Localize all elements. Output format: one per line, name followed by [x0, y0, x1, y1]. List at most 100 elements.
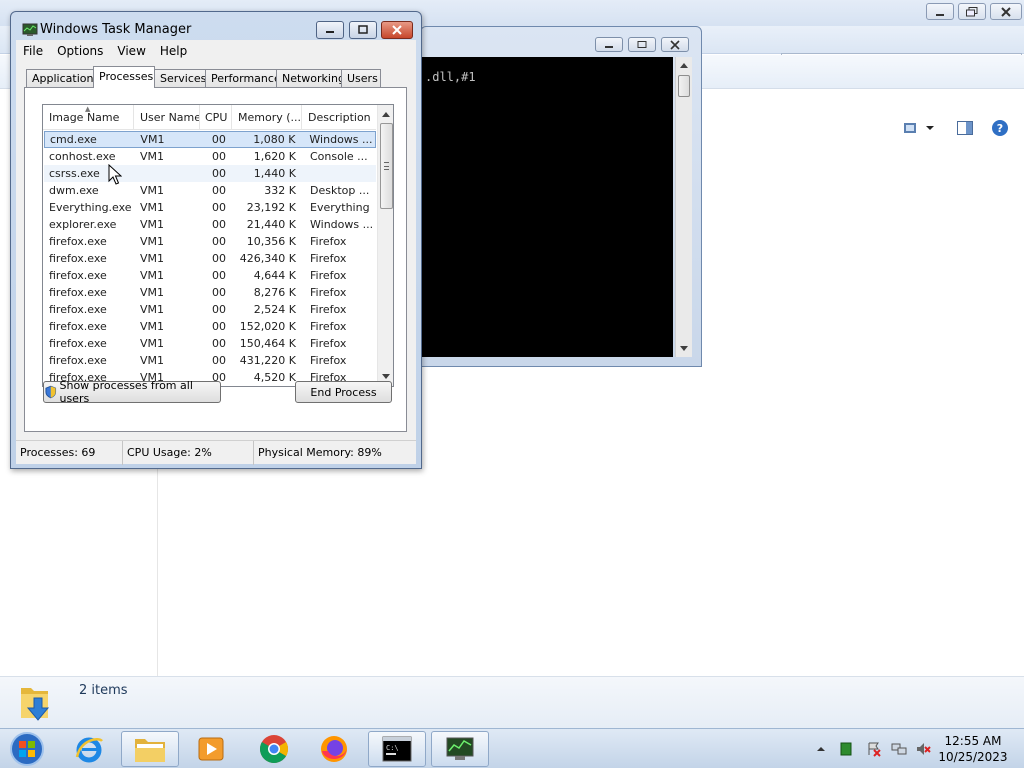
process-name-cell: conhost.exe — [49, 150, 116, 163]
process-row[interactable]: conhost.exe VM1 00 1,620 K Console ... — [44, 148, 376, 165]
process-row[interactable]: firefox.exe VM1 00 8,276 K Firefox — [44, 284, 376, 301]
process-row[interactable]: firefox.exe VM1 00 152,020 K Firefox — [44, 318, 376, 335]
preview-pane-icon[interactable] — [956, 119, 974, 137]
process-name-cell: firefox.exe — [49, 354, 107, 367]
process-user-cell: VM1 — [140, 286, 165, 299]
process-name-cell: firefox.exe — [49, 235, 107, 248]
process-row[interactable]: explorer.exe VM1 00 21,440 K Windows ... — [44, 216, 376, 233]
process-memory-cell: 2,524 K — [253, 303, 296, 316]
chrome-icon — [260, 735, 288, 763]
view-dropdown-icon[interactable] — [924, 119, 936, 137]
process-memory-cell: 4,520 K — [253, 371, 296, 384]
process-name-cell: firefox.exe — [49, 303, 107, 316]
process-user-cell: VM1 — [140, 337, 165, 350]
show-all-processes-button[interactable]: Show processes from all users — [43, 379, 221, 405]
process-name-cell: cmd.exe — [50, 133, 97, 146]
cmd-minimize-button[interactable] — [595, 37, 623, 52]
process-description-cell: Firefox — [310, 286, 347, 299]
scroll-up-arrow-icon[interactable] — [680, 63, 688, 68]
explorer-restore-button[interactable] — [958, 3, 986, 20]
minimize-button[interactable] — [316, 21, 344, 39]
process-user-cell: VM1 — [140, 303, 165, 316]
process-memory-cell: 426,340 K — [239, 252, 296, 265]
process-description-cell: Firefox — [310, 337, 347, 350]
scroll-down-arrow-icon[interactable] — [382, 374, 390, 379]
process-name-cell: firefox.exe — [49, 320, 107, 333]
end-process-button[interactable]: End Process — [295, 381, 392, 403]
menu-view[interactable]: View — [110, 44, 152, 58]
process-cpu-cell: 00 — [212, 201, 226, 214]
tray-app-icon[interactable] — [838, 741, 854, 757]
cmd-scroll-thumb[interactable] — [678, 75, 690, 97]
process-row[interactable]: firefox.exe VM1 00 4,644 K Firefox — [44, 267, 376, 284]
process-user-cell: VM1 — [140, 252, 165, 265]
process-name-cell: explorer.exe — [49, 218, 117, 231]
taskbar-firefox[interactable] — [305, 731, 363, 767]
column-user-name[interactable]: User Name — [134, 105, 200, 130]
process-row[interactable]: firefox.exe VM1 00 2,524 K Firefox — [44, 301, 376, 318]
menu-help[interactable]: Help — [153, 44, 194, 58]
process-cpu-cell: 00 — [211, 133, 226, 146]
cmd-scrollbar[interactable] — [675, 57, 692, 357]
view-options-icon[interactable] — [902, 119, 920, 137]
maximize-button[interactable] — [349, 21, 377, 39]
cmd-close-button[interactable] — [661, 37, 689, 52]
process-list[interactable]: ▲ Image Name User Name CPU Memory (... D… — [42, 104, 394, 387]
network-icon[interactable] — [891, 741, 907, 757]
tab-networking[interactable]: Networking — [276, 69, 345, 88]
column-image-name[interactable]: ▲ Image Name — [43, 105, 134, 130]
tab-services[interactable]: Services — [154, 69, 206, 88]
close-icon — [392, 25, 402, 35]
menu-options[interactable]: Options — [50, 44, 110, 58]
process-memory-cell: 1,080 K — [253, 133, 296, 146]
menu-file[interactable]: File — [16, 44, 50, 58]
process-memory-cell: 4,644 K — [253, 269, 296, 282]
column-cpu[interactable]: CPU — [200, 105, 232, 130]
scroll-up-arrow-icon[interactable] — [382, 112, 390, 117]
tab-applications[interactable]: Applications — [26, 69, 99, 88]
help-icon[interactable]: ? — [991, 119, 1009, 137]
process-row[interactable]: dwm.exe VM1 00 332 K Desktop ... — [44, 182, 376, 199]
explorer-close-button[interactable] — [990, 3, 1022, 20]
taskbar-chrome[interactable] — [245, 731, 303, 767]
cmd-restore-button[interactable] — [628, 37, 656, 52]
taskbar-task-manager[interactable] — [431, 731, 489, 767]
taskbar-command-prompt[interactable]: C:\ — [368, 731, 426, 767]
explorer-minimize-button[interactable] — [926, 3, 954, 20]
show-hidden-icons-icon[interactable] — [815, 741, 827, 757]
tab-users[interactable]: Users — [341, 69, 381, 88]
system-clock[interactable]: 12:55 AM 10/25/2023 — [926, 733, 1020, 765]
scroll-grip-icon — [384, 162, 389, 170]
column-memory[interactable]: Memory (... — [232, 105, 302, 130]
taskbar-windows-explorer[interactable] — [121, 731, 179, 767]
mouse-cursor-icon — [108, 164, 122, 185]
start-button-icon[interactable] — [6, 731, 48, 767]
taskbar-media-player[interactable] — [182, 731, 240, 767]
process-description-cell: Firefox — [310, 354, 347, 367]
process-row[interactable]: firefox.exe VM1 00 10,356 K Firefox — [44, 233, 376, 250]
taskbar-internet-explorer[interactable] — [60, 731, 118, 767]
process-list-scroll-thumb[interactable] — [380, 123, 393, 209]
status-processes: Processes: 69 — [16, 441, 123, 465]
process-row[interactable]: csrss.exe 00 1,440 K — [44, 165, 376, 182]
downloads-folder-icon — [21, 688, 50, 721]
uac-shield-icon — [45, 385, 57, 399]
action-center-icon[interactable] — [866, 741, 882, 757]
process-cpu-cell: 00 — [212, 218, 226, 231]
scroll-down-arrow-icon[interactable] — [680, 346, 688, 351]
process-list-scrollbar[interactable] — [377, 105, 393, 386]
process-row[interactable]: firefox.exe VM1 00 431,220 K Firefox — [44, 352, 376, 369]
cmd-console-area[interactable]: .dll,#1 — [421, 57, 673, 357]
process-row[interactable]: firefox.exe VM1 00 150,464 K Firefox — [44, 335, 376, 352]
task-manager-icon — [22, 23, 38, 36]
column-description[interactable]: Description — [302, 105, 376, 130]
close-button[interactable] — [381, 21, 413, 39]
process-row[interactable]: firefox.exe VM1 00 426,340 K Firefox — [44, 250, 376, 267]
tab-performance[interactable]: Performance — [205, 69, 281, 88]
process-row[interactable]: Everything.exe VM1 00 23,192 K Everything — [44, 199, 376, 216]
cmd-window[interactable]: .dll,#1 — [420, 26, 702, 367]
process-memory-cell: 10,356 K — [246, 235, 296, 248]
process-description-cell: Firefox — [310, 252, 347, 265]
tab-processes[interactable]: Processes — [93, 66, 155, 88]
process-row[interactable]: cmd.exe VM1 00 1,080 K Windows ... — [44, 131, 376, 148]
